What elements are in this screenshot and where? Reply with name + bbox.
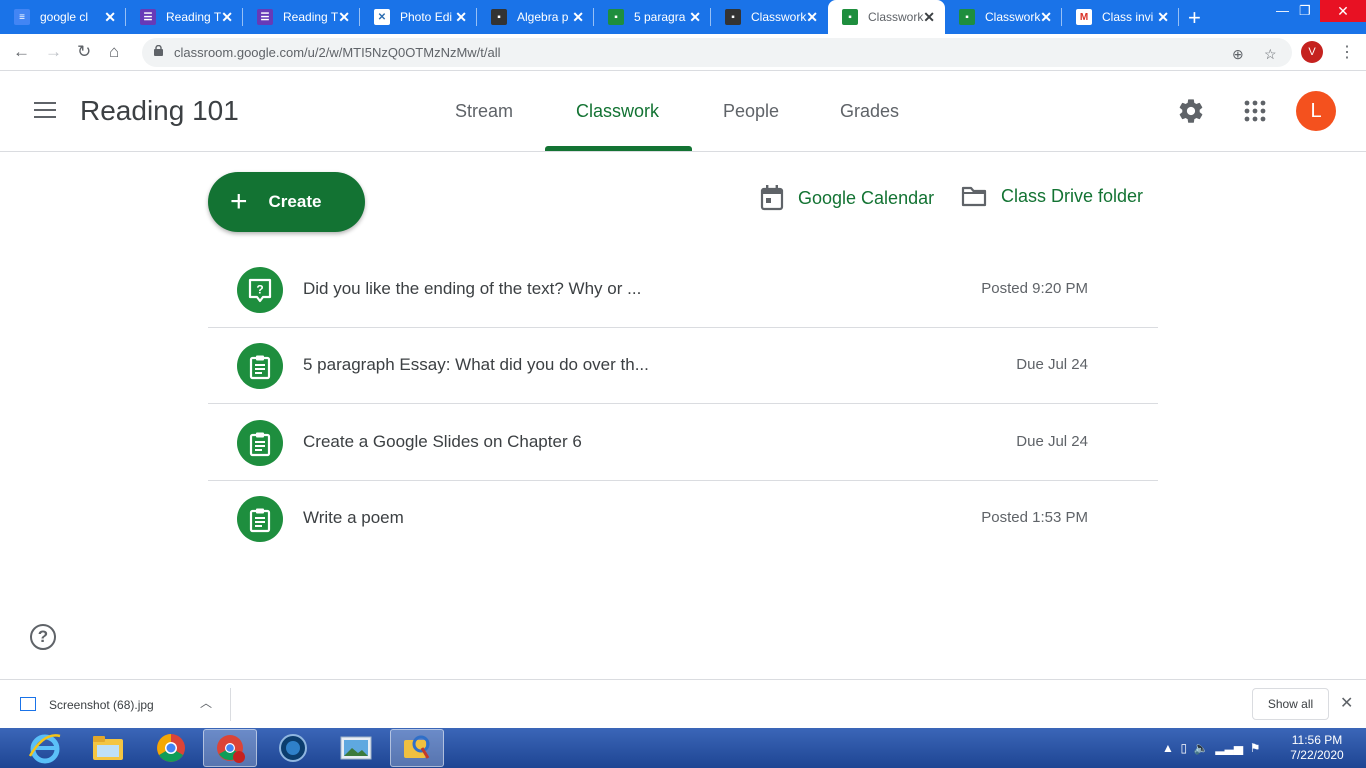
class-title[interactable]: Reading 101 <box>80 95 239 127</box>
item-status: Posted 1:53 PM <box>981 509 1088 526</box>
tab-stream[interactable]: Stream <box>455 101 513 122</box>
tab-grades[interactable]: Grades <box>840 101 899 122</box>
tab-close-icon[interactable]: ✕ <box>689 9 701 26</box>
photo-editor-icon: ✕ <box>374 9 390 25</box>
tab-close-icon[interactable]: ✕ <box>338 9 350 26</box>
forward-arrow-icon[interactable]: → <box>45 42 62 62</box>
new-tab-button[interactable]: + <box>1188 5 1201 31</box>
browser-tab-active[interactable]: ▪ Classwork ✕ <box>828 0 945 34</box>
browser-tab[interactable]: ☰ Reading T ✕ <box>126 0 243 34</box>
browser-tab[interactable]: ▪ Classwork ✕ <box>945 0 1062 34</box>
tab-close-icon[interactable]: ✕ <box>221 9 233 26</box>
windows-taskbar: ▲ ▯ 🔈 ▂▃▅ ⚑ 11:56 PM 7/22/2020 <box>0 728 1366 768</box>
tab-close-icon[interactable]: ✕ <box>806 9 818 26</box>
classwork-item[interactable]: 5 paragraph Essay: What did you do over … <box>208 328 1158 404</box>
shelf-divider <box>230 688 231 721</box>
reload-icon[interactable]: ↻ <box>77 42 91 62</box>
folder-icon <box>961 186 987 207</box>
google-calendar-link[interactable]: Google Calendar <box>760 185 934 211</box>
browser-tab[interactable]: ▪ 5 paragra ✕ <box>594 0 711 34</box>
internet-explorer-icon[interactable] <box>26 730 64 766</box>
snipping-tool-icon[interactable] <box>390 729 444 767</box>
item-status: Due Jul 24 <box>1016 356 1088 373</box>
chevron-up-icon[interactable]: ︿ <box>200 694 212 711</box>
main-menu-icon[interactable] <box>34 102 56 118</box>
tab-close-icon[interactable]: ✕ <box>455 9 467 26</box>
browser-toolbar: ← → ↻ ⌂ classroom.google.com/u/2/w/MTI5N… <box>0 34 1366 71</box>
download-shelf: Screenshot (68).jpg ︿ Show all ✕ <box>0 679 1366 728</box>
browser-profile-avatar[interactable]: V <box>1301 41 1323 63</box>
assignment-icon <box>237 496 283 542</box>
tab-close-icon[interactable]: ✕ <box>1157 9 1169 26</box>
active-tab-indicator <box>545 146 692 151</box>
file-explorer-icon[interactable] <box>81 729 135 767</box>
browser-tab[interactable]: ≡ google cl ✕ <box>0 0 126 34</box>
show-all-button[interactable]: Show all <box>1252 688 1329 720</box>
browser-menu-icon[interactable]: ⋮ <box>1339 42 1355 62</box>
classroom-header: Reading 101 Stream Classwork People Grad… <box>0 71 1366 152</box>
media-player-icon[interactable] <box>266 729 320 767</box>
item-title: Create a Google Slides on Chapter 6 <box>303 432 582 451</box>
window-close-button[interactable]: ✕ <box>1320 0 1366 22</box>
item-status: Due Jul 24 <box>1016 433 1088 450</box>
question-icon: ? <box>237 267 283 313</box>
help-icon[interactable]: ? <box>30 624 56 650</box>
classroom-icon: ▪ <box>491 9 507 25</box>
tab-close-icon[interactable]: ✕ <box>572 9 584 26</box>
restore-button[interactable]: ❐ <box>1299 3 1311 19</box>
taskbar-clock[interactable]: 11:56 PM 7/22/2020 <box>1284 733 1350 763</box>
chrome-profile-icon[interactable] <box>203 729 257 767</box>
google-forms-icon: ☰ <box>257 9 273 25</box>
lock-icon <box>154 45 163 56</box>
home-icon[interactable]: ⌂ <box>109 42 119 62</box>
minimize-button[interactable]: — <box>1276 3 1289 18</box>
gmail-icon: M <box>1076 9 1092 25</box>
image-file-icon <box>20 697 36 711</box>
assignment-icon <box>237 420 283 466</box>
plus-icon: + <box>230 185 248 218</box>
tab-classwork[interactable]: Classwork <box>576 101 659 122</box>
chrome-icon[interactable] <box>144 729 198 767</box>
address-bar[interactable]: classroom.google.com/u/2/w/MTI5NzQ0OTMzN… <box>142 38 1292 67</box>
back-arrow-icon[interactable]: ← <box>13 42 30 62</box>
classroom-icon: ▪ <box>608 9 624 25</box>
browser-tab[interactable]: ✕ Photo Edi ✕ <box>360 0 477 34</box>
google-docs-icon: ≡ <box>14 9 30 25</box>
calendar-icon <box>760 185 784 211</box>
photo-viewer-icon[interactable] <box>329 729 383 767</box>
bookmark-star-icon[interactable]: ☆ <box>1264 46 1277 63</box>
google-forms-icon: ☰ <box>140 9 156 25</box>
gear-icon[interactable] <box>1177 97 1205 125</box>
classroom-icon: ▪ <box>725 9 741 25</box>
tab-close-icon[interactable]: ✕ <box>1040 9 1052 26</box>
browser-tab[interactable]: ▪ Classwork ✕ <box>711 0 828 34</box>
tab-close-icon[interactable]: ✕ <box>104 9 116 26</box>
tab-people[interactable]: People <box>723 101 779 122</box>
class-drive-folder-link[interactable]: Class Drive folder <box>961 185 1143 207</box>
item-title: 5 paragraph Essay: What did you do over … <box>303 355 649 374</box>
url-text: classroom.google.com/u/2/w/MTI5NzQ0OTMzN… <box>174 45 501 60</box>
account-avatar[interactable]: L <box>1296 91 1336 131</box>
browser-tab[interactable]: ▪ Algebra p ✕ <box>477 0 594 34</box>
browser-tabstrip: ≡ google cl ✕ ☰ Reading T ✕ ☰ Reading T … <box>0 0 1366 34</box>
system-tray-icons[interactable]: ▲ ▯ 🔈 ▂▃▅ ⚑ <box>1162 741 1261 755</box>
classroom-icon: ▪ <box>842 9 858 25</box>
classwork-item[interactable]: Write a poem Posted 1:53 PM <box>208 481 1158 557</box>
download-filename[interactable]: Screenshot (68).jpg <box>49 698 154 712</box>
browser-tab[interactable]: M Class invi ✕ <box>1062 0 1179 34</box>
tab-close-icon[interactable]: ✕ <box>923 9 935 26</box>
item-status: Posted 9:20 PM <box>981 280 1088 297</box>
classroom-icon: ▪ <box>959 9 975 25</box>
item-title: Did you like the ending of the text? Why… <box>303 279 642 298</box>
item-title: Write a poem <box>303 508 404 527</box>
classwork-item[interactable]: Create a Google Slides on Chapter 6 Due … <box>208 405 1158 481</box>
zoom-icon[interactable]: ⊕ <box>1232 46 1244 63</box>
assignment-icon <box>237 343 283 389</box>
svg-text:?: ? <box>256 283 263 297</box>
create-button[interactable]: + Create <box>208 172 365 232</box>
classwork-item[interactable]: ? Did you like the ending of the text? W… <box>208 252 1158 328</box>
apps-grid-icon[interactable] <box>1244 100 1266 122</box>
close-icon[interactable]: ✕ <box>1340 693 1353 713</box>
browser-tab[interactable]: ☰ Reading T ✕ <box>243 0 360 34</box>
